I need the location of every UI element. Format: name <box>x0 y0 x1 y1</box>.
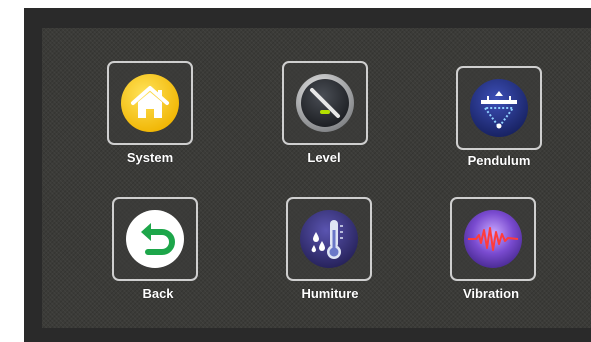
pendulum-label: Pendulum <box>467 153 531 168</box>
vibration-wave-icon <box>462 208 524 270</box>
back-arrow-icon <box>124 208 186 270</box>
pendulum-icon <box>468 77 530 139</box>
back-button[interactable] <box>112 197 198 281</box>
system-button[interactable] <box>107 61 193 145</box>
home-icon <box>119 72 181 134</box>
system-label: System <box>126 150 174 165</box>
level-label: Level <box>307 150 341 165</box>
humiture-button[interactable] <box>286 197 372 281</box>
vibration-label: Vibration <box>462 286 520 301</box>
humiture-label: Humiture <box>301 286 359 301</box>
back-label: Back <box>142 286 174 301</box>
level-gauge-icon <box>294 72 356 134</box>
level-button[interactable] <box>282 61 368 145</box>
vibration-button[interactable] <box>450 197 536 281</box>
thermometer-icon <box>298 208 360 270</box>
pendulum-button[interactable] <box>456 66 542 150</box>
